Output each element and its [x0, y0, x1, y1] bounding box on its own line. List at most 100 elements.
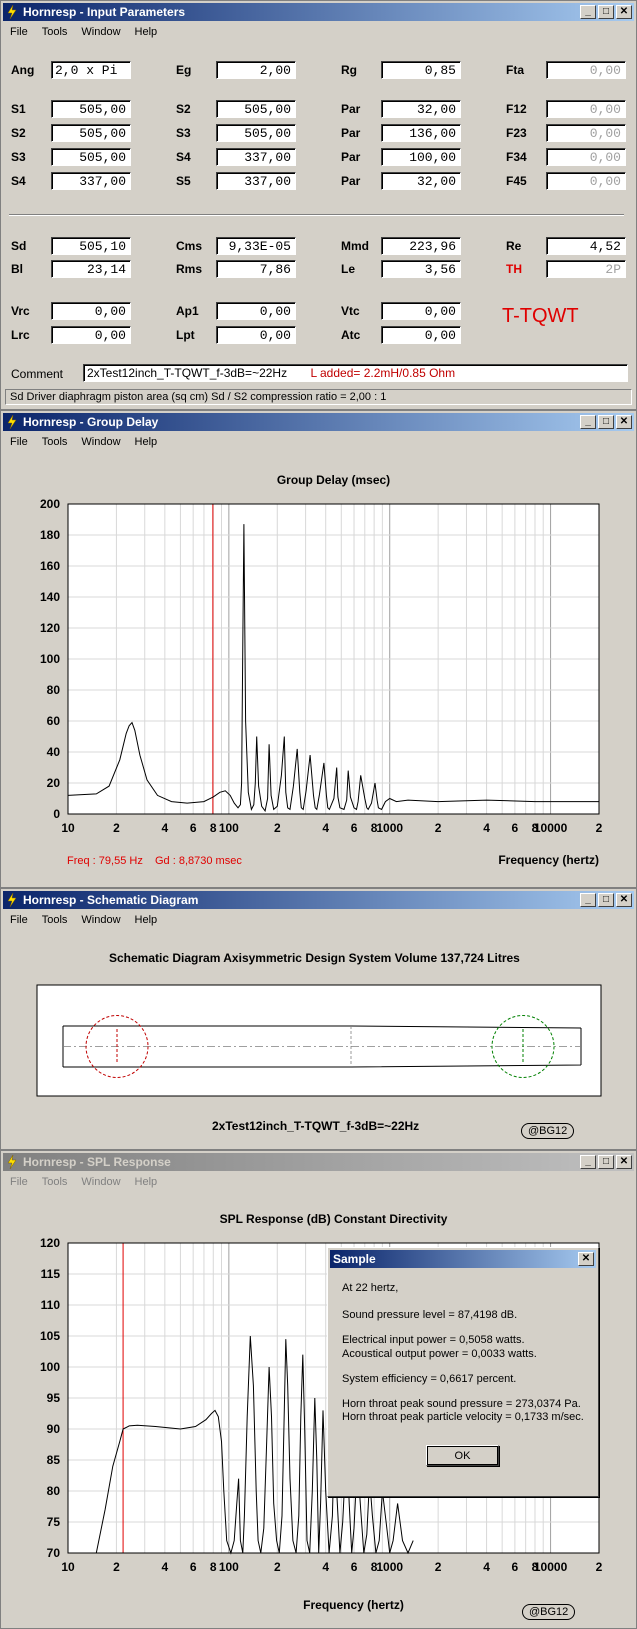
dialog-line: System efficiency = 0,6617 percent. — [342, 1373, 517, 1385]
menu-file[interactable]: File — [3, 26, 35, 38]
x-tick-label: 1000 — [376, 821, 403, 835]
param-field-vrc[interactable]: 0,00 — [51, 302, 131, 320]
param-field-s1[interactable]: 505,00 — [51, 100, 131, 118]
spl-response-window: Hornresp - SPL Response _ □ ✕ File Tools… — [0, 1150, 637, 1629]
param-field-th[interactable]: 2P — [546, 260, 626, 278]
param-field-atc[interactable]: 0,00 — [381, 326, 461, 344]
param-label-f34: F34 — [506, 150, 527, 164]
param-field-s4[interactable]: 337,00 — [51, 172, 131, 190]
x-tick-label: 8 — [210, 1560, 217, 1574]
title-bar[interactable]: Hornresp - Input Parameters _ □ ✕ — [3, 3, 634, 21]
param-field-s4[interactable]: 337,00 — [216, 148, 296, 166]
param-field-par[interactable]: 32,00 — [381, 172, 461, 190]
x-axis-label: Frequency (hertz) — [498, 853, 599, 867]
x-tick-label: 2 — [435, 821, 442, 835]
y-tick-label: 75 — [47, 1515, 61, 1529]
dialog-title-bar[interactable]: Sample ✕ — [330, 1250, 596, 1268]
param-label-ap1: Ap1 — [176, 304, 199, 318]
param-field-ang[interactable]: 2,0 x Pi — [51, 61, 131, 79]
param-label-f45: F45 — [506, 174, 527, 188]
param-field-vtc[interactable]: 0,00 — [381, 302, 461, 320]
window-title: Hornresp - Input Parameters — [23, 5, 186, 19]
y-tick-label: 80 — [47, 683, 61, 697]
dialog-title: Sample — [333, 1252, 376, 1266]
y-tick-label: 20 — [47, 776, 61, 790]
param-label-f23: F23 — [506, 126, 527, 140]
cursor-frequency-readout: Freq : 79,55 Hz — [67, 855, 143, 867]
comment-value: 2xTest12inch_T-TQWT_f-3dB=~22Hz — [87, 366, 288, 380]
close-button[interactable]: ✕ — [616, 5, 632, 19]
dialog-line: Horn throat peak particle velocity = 0,1… — [342, 1411, 584, 1423]
param-field-s5[interactable]: 337,00 — [216, 172, 296, 190]
copyright-badge: @BG12 — [521, 1123, 575, 1139]
minimize-button[interactable]: _ — [580, 5, 596, 19]
param-field-cms[interactable]: 9,33E-05 — [216, 237, 296, 255]
param-field-mmd[interactable]: 223,96 — [381, 237, 461, 255]
param-label-s2: S2 — [11, 126, 26, 140]
maximize-button[interactable]: □ — [598, 5, 614, 19]
param-field-s2[interactable]: 505,00 — [51, 124, 131, 142]
dialog-line: Acoustical output power = 0,0033 watts. — [342, 1348, 537, 1360]
param-field-bl[interactable]: 23,14 — [51, 260, 131, 278]
param-field-par[interactable]: 32,00 — [381, 100, 461, 118]
param-field-rg[interactable]: 0,85 — [381, 61, 461, 79]
schematic-caption: 2xTest12inch_T-TQWT_f-3dB=~22Hz — [212, 1119, 420, 1133]
sample-dialog: Sample ✕ At 22 hertz, Sound pressure lev… — [327, 1247, 599, 1497]
y-tick-label: 100 — [40, 652, 60, 666]
param-field-par[interactable]: 136,00 — [381, 124, 461, 142]
chart-title: Group Delay (msec) — [277, 473, 390, 487]
param-field-le[interactable]: 3,56 — [381, 260, 461, 278]
param-field-s3[interactable]: 505,00 — [216, 124, 296, 142]
x-tick-label: 6 — [512, 1560, 519, 1574]
x-tick-label: 2 — [274, 1560, 281, 1574]
param-label-ang: Ang — [11, 63, 35, 77]
param-label-s2: S2 — [176, 102, 191, 116]
param-field-rms[interactable]: 7,86 — [216, 260, 296, 278]
x-tick-label: 2 — [596, 821, 603, 835]
y-tick-label: 120 — [40, 1236, 60, 1250]
y-tick-label: 85 — [47, 1453, 61, 1467]
menu-bar: File Tools Window Help — [3, 22, 634, 41]
separator-line — [9, 214, 624, 216]
x-tick-label: 6 — [512, 821, 519, 835]
param-field-lrc[interactable]: 0,00 — [51, 326, 131, 344]
y-tick-label: 115 — [41, 1267, 61, 1281]
menu-help[interactable]: Help — [128, 26, 165, 38]
param-label-par: Par — [341, 126, 361, 140]
param-label-s4: S4 — [176, 150, 191, 164]
param-field-ap1[interactable]: 0,00 — [216, 302, 296, 320]
y-tick-label: 110 — [41, 1298, 61, 1312]
param-label-bl: Bl — [11, 262, 23, 276]
param-field-fta[interactable]: 0,00 — [546, 61, 626, 79]
param-field-eg[interactable]: 2,00 — [216, 61, 296, 79]
param-label-eg: Eg — [176, 63, 192, 77]
dialog-line: Horn throat peak sound pressure = 273,03… — [342, 1398, 581, 1410]
param-label-le: Le — [341, 262, 356, 276]
group-delay-chart[interactable]: Group Delay (msec) 0 20 40 60 80 100 120 140 160 1… — [1, 411, 637, 888]
param-field-lpt[interactable]: 0,00 — [216, 326, 296, 344]
menu-tools[interactable]: Tools — [35, 26, 75, 38]
param-field-re[interactable]: 4,52 — [546, 237, 626, 255]
comment-note: L added= 2.2mH/0.85 Ohm — [310, 366, 456, 380]
dialog-close-button[interactable]: ✕ — [578, 1252, 594, 1266]
x-axis-label: Frequency (hertz) — [303, 1598, 404, 1612]
comment-field[interactable]: 2xTest12inch_T-TQWT_f-3dB=~22Hz L added=… — [83, 364, 628, 382]
param-field-f45[interactable]: 0,00 — [546, 172, 626, 190]
menu-window[interactable]: Window — [74, 26, 127, 38]
big-title-label: T-TQWT — [502, 305, 579, 327]
param-field-s3[interactable]: 505,00 — [51, 148, 131, 166]
hornresp-app-icon — [6, 5, 18, 19]
param-field-f23[interactable]: 0,00 — [546, 124, 626, 142]
y-tick-label: 70 — [47, 1546, 61, 1560]
schematic-window: Hornresp - Schematic Diagram _ □ ✕ File … — [0, 888, 637, 1150]
ok-button[interactable]: OK — [426, 1445, 499, 1466]
param-field-s2[interactable]: 505,00 — [216, 100, 296, 118]
schematic-frame — [36, 984, 602, 1097]
param-field-f34[interactable]: 0,00 — [546, 148, 626, 166]
param-field-sd[interactable]: 505,10 — [51, 237, 131, 255]
y-tick-label: 120 — [40, 621, 60, 635]
dialog-line: Electrical input power = 0,5058 watts. — [342, 1334, 525, 1346]
param-field-f12[interactable]: 0,00 — [546, 100, 626, 118]
comment-label: Comment — [11, 367, 64, 381]
param-field-par[interactable]: 100,00 — [381, 148, 461, 166]
